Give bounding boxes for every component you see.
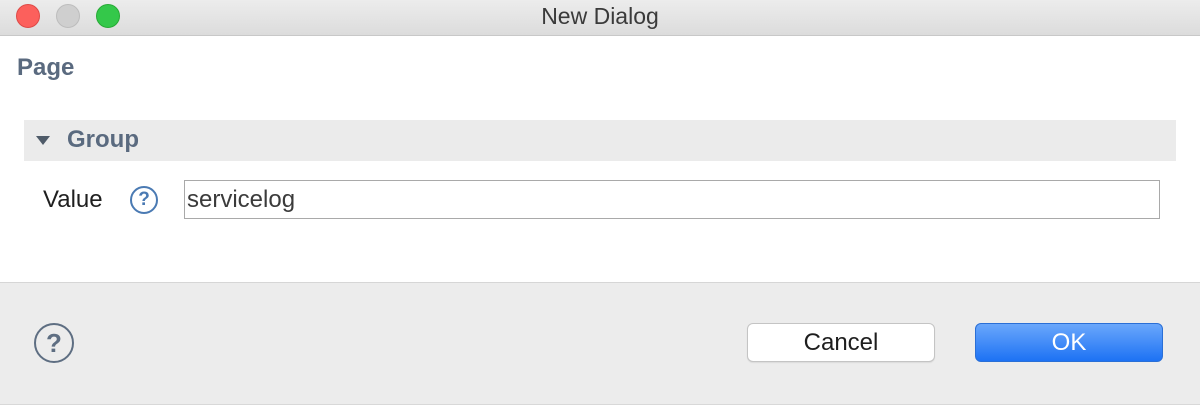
title-bar: New Dialog [0,0,1200,36]
dialog-content: Page Group Value ? [0,36,1200,283]
window-bottom-edge [0,405,1200,418]
disclosure-triangle-icon[interactable] [36,136,50,145]
cancel-button[interactable]: Cancel [747,323,935,362]
help-icon[interactable]: ? [34,323,74,363]
page-title: Page [17,54,75,81]
value-label: Value [43,186,103,213]
ok-button[interactable]: OK [975,323,1163,362]
dialog-window: New Dialog Page Group Value ? ? Cancel O… [0,0,1200,418]
group-header[interactable]: Group [24,120,1176,161]
group-label: Group [67,126,139,153]
window-title: New Dialog [541,3,659,29]
value-input[interactable] [184,180,1160,219]
help-icon[interactable]: ? [130,186,158,214]
